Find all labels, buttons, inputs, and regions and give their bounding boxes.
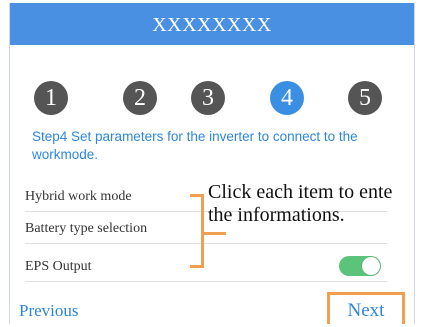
item-label: Hybrid work mode bbox=[25, 189, 132, 204]
next-button[interactable]: Next bbox=[327, 292, 405, 324]
step-1: 1 bbox=[34, 81, 68, 115]
screen: XXXXXXXX 1 2 3 4 5 Step4 Set parameters … bbox=[9, 3, 415, 324]
annotation-bracket-tick bbox=[204, 232, 226, 235]
previous-button[interactable]: Previous bbox=[19, 301, 79, 321]
step-2: 2 bbox=[123, 81, 157, 115]
step-description: Step4 Set parameters for the inverter to… bbox=[32, 129, 358, 162]
annotation-line-2: the informations. bbox=[208, 204, 345, 226]
step-3: 3 bbox=[191, 81, 225, 115]
item-label: Battery type selection bbox=[25, 221, 148, 236]
step-5: 5 bbox=[348, 81, 382, 115]
item-label: EPS Output bbox=[25, 259, 92, 274]
eps-output-toggle[interactable] bbox=[339, 256, 381, 276]
eps-output-item: EPS Output bbox=[25, 247, 387, 282]
annotation-callout: Click each item to ente the informations… bbox=[208, 181, 414, 227]
step-indicator: 1 2 3 4 5 bbox=[10, 81, 414, 121]
annotation-bracket bbox=[190, 194, 204, 268]
step-4: 4 bbox=[270, 81, 304, 115]
toggle-knob bbox=[362, 257, 380, 275]
page-title: XXXXXXXX bbox=[10, 3, 414, 45]
annotation-line-1: Click each item to ente bbox=[208, 181, 393, 203]
